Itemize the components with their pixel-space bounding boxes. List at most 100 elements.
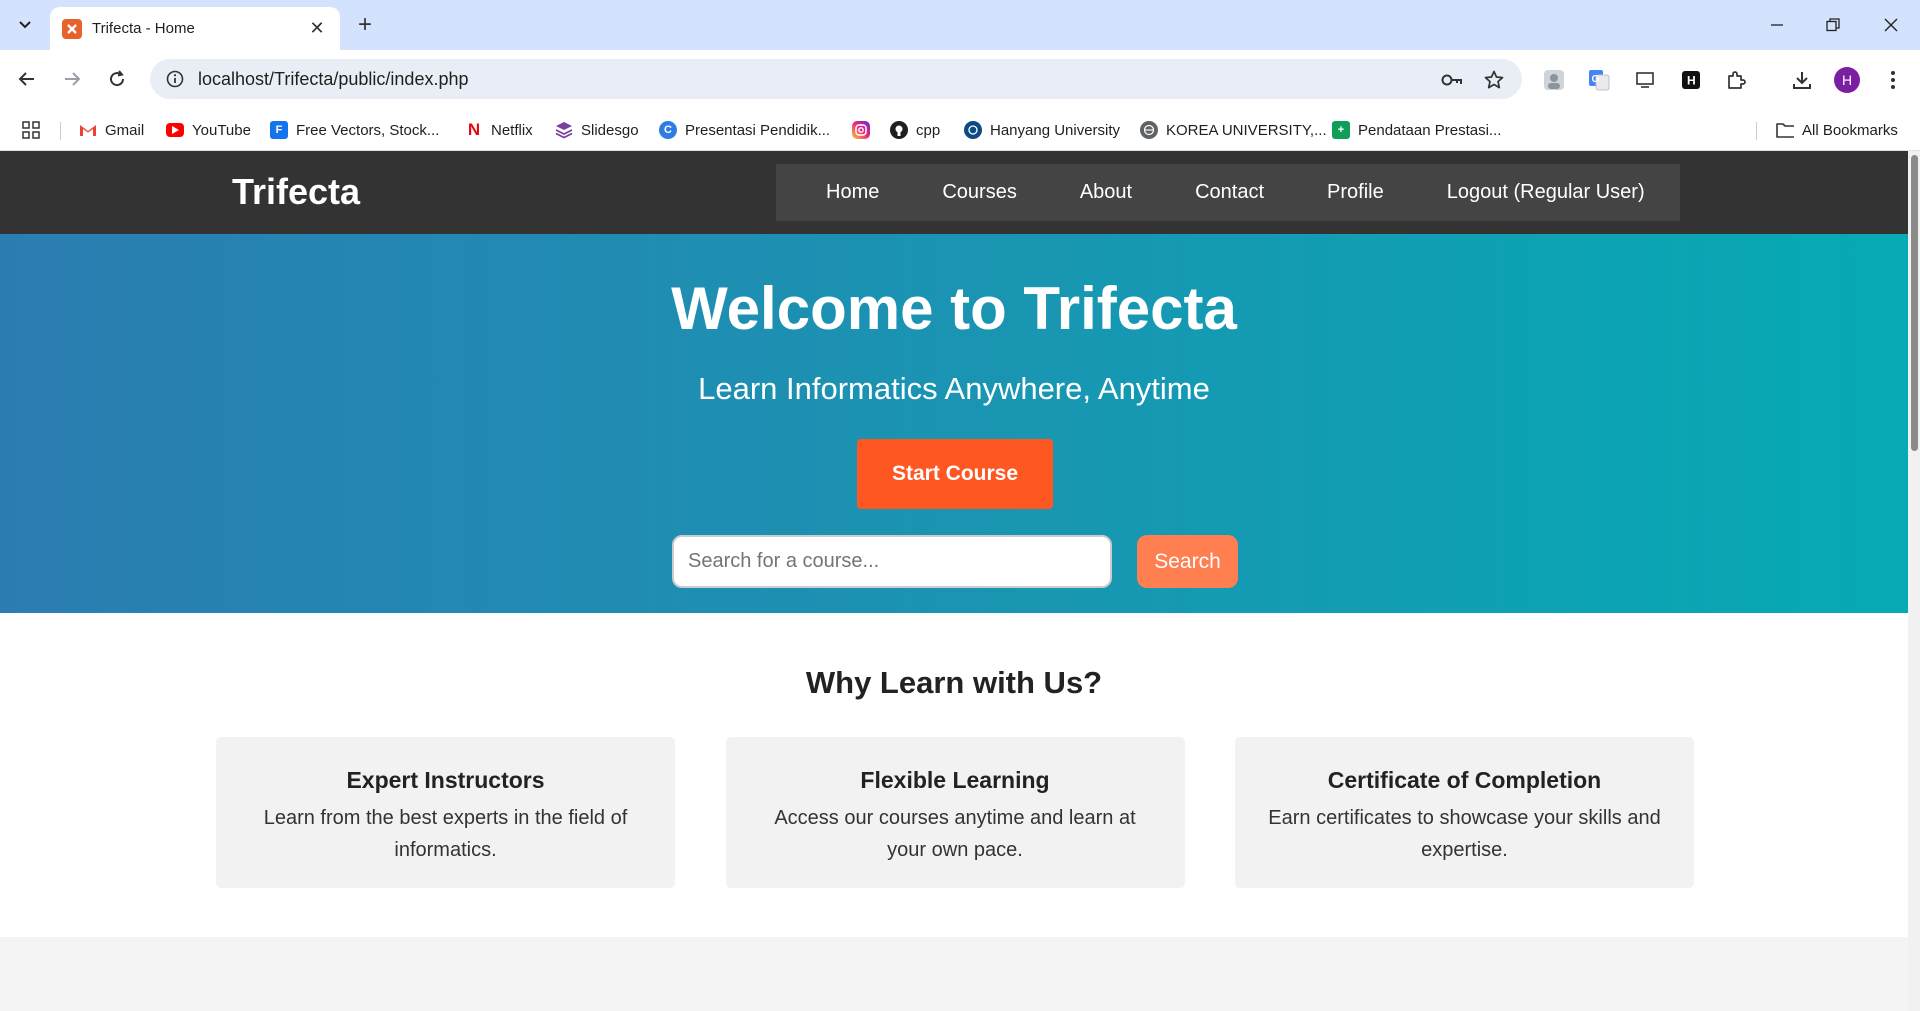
nav-logout[interactable]: Logout (Regular User) bbox=[1447, 181, 1645, 204]
nav-contact[interactable]: Contact bbox=[1195, 181, 1264, 204]
features-title: Why Learn with Us? bbox=[805, 665, 1103, 700]
instagram-icon bbox=[852, 121, 870, 139]
bookmark-korea-university[interactable]: KOREA UNIVERSITY,... bbox=[1140, 118, 1327, 142]
forward-button[interactable] bbox=[57, 64, 87, 94]
start-course-button[interactable]: Start Course bbox=[857, 439, 1053, 509]
feature-card-title: Flexible Learning bbox=[860, 767, 1050, 793]
svg-text:G: G bbox=[1592, 74, 1600, 85]
back-arrow-icon bbox=[18, 72, 34, 86]
browser-toolbar: localhost/Trifecta/public/index.php G H … bbox=[0, 50, 1920, 108]
feature-card-title: Expert Instructors bbox=[346, 767, 545, 793]
bookmark-youtube[interactable]: YouTube bbox=[166, 118, 251, 142]
apps-grid-icon[interactable] bbox=[22, 118, 40, 142]
nav-profile[interactable]: Profile bbox=[1327, 181, 1384, 204]
bookmark-star-icon[interactable] bbox=[1482, 68, 1506, 92]
password-key-icon[interactable] bbox=[1440, 68, 1464, 92]
web-page: Trifecta Home Courses About Contact Prof… bbox=[0, 151, 1908, 1011]
nav-about[interactable]: About bbox=[1080, 181, 1132, 204]
h-extension-icon[interactable]: H bbox=[1678, 67, 1704, 93]
back-button[interactable] bbox=[12, 64, 42, 94]
bookmark-slidesgo[interactable]: Slidesgo bbox=[555, 118, 639, 142]
bookmark-instagram[interactable] bbox=[852, 118, 878, 142]
url-text: localhost/Trifecta/public/index.php bbox=[198, 68, 469, 89]
bookmark-freepik[interactable]: F Free Vectors, Stock... bbox=[270, 118, 439, 142]
youtube-icon bbox=[166, 123, 184, 137]
canva-icon: C bbox=[659, 121, 677, 139]
main-nav: Home Courses About Contact Profile Logou… bbox=[776, 164, 1680, 221]
feature-cards: Expert Instructors Learn from the best e… bbox=[216, 737, 1694, 888]
bookmark-netflix[interactable]: N Netflix bbox=[465, 118, 533, 142]
feature-card-description: Access our courses anytime and learn at … bbox=[774, 807, 1136, 861]
bookmark-divider bbox=[60, 122, 61, 140]
bookmark-label: Slidesgo bbox=[581, 121, 639, 139]
site-info-icon[interactable] bbox=[164, 68, 186, 90]
hero-subtitle: Learn Informatics Anywhere, Anytime bbox=[698, 371, 1210, 406]
feature-card-certificate: Certificate of Completion Earn certifica… bbox=[1235, 737, 1694, 888]
hanyang-icon bbox=[964, 121, 982, 139]
address-bar[interactable]: localhost/Trifecta/public/index.php bbox=[150, 59, 1522, 99]
cast-screen-icon[interactable] bbox=[1632, 67, 1658, 93]
bookmark-label: Pendataan Prestasi... bbox=[1358, 121, 1502, 139]
xampp-favicon-icon bbox=[62, 18, 82, 39]
bookmark-label: YouTube bbox=[192, 121, 251, 139]
features-section: Why Learn with Us? Expert Instructors Le… bbox=[0, 613, 1908, 937]
bookmark-divider bbox=[1756, 122, 1757, 140]
hero-section: Welcome to Trifecta Learn Informatics An… bbox=[0, 234, 1908, 613]
tab-search-button[interactable] bbox=[10, 9, 40, 39]
bookmark-label: Free Vectors, Stock... bbox=[296, 121, 440, 139]
close-window-icon[interactable] bbox=[1876, 10, 1906, 40]
bookmark-hanyang[interactable]: Hanyang University bbox=[964, 118, 1120, 142]
bookmark-label: Netflix bbox=[491, 121, 533, 139]
bookmark-canva[interactable]: C Presentasi Pendidik... bbox=[659, 118, 830, 142]
new-tab-button[interactable]: + bbox=[352, 11, 378, 38]
reload-icon bbox=[110, 70, 125, 87]
bookmark-label: KOREA UNIVERSITY,... bbox=[1166, 121, 1327, 139]
extensions-puzzle-icon[interactable] bbox=[1723, 67, 1749, 93]
tab-close-icon[interactable]: ✕ bbox=[306, 18, 328, 40]
svg-text:H: H bbox=[1687, 74, 1696, 88]
all-bookmarks-label: All Bookmarks bbox=[1802, 121, 1898, 139]
restore-icon[interactable] bbox=[1818, 10, 1848, 40]
tab-title: Trifecta - Home bbox=[92, 20, 195, 37]
browser-tab-active[interactable]: Trifecta - Home ✕ bbox=[50, 7, 340, 50]
bookmark-gmail[interactable]: Gmail bbox=[79, 118, 144, 142]
reload-button[interactable] bbox=[102, 64, 132, 94]
hero-title: Welcome to Trifecta bbox=[671, 275, 1237, 342]
search-button[interactable]: Search bbox=[1137, 535, 1238, 588]
bookmark-label: Presentasi Pendidik... bbox=[685, 121, 831, 139]
github-icon bbox=[890, 121, 908, 139]
course-search-input[interactable] bbox=[672, 535, 1112, 588]
all-bookmarks-button[interactable]: All Bookmarks bbox=[1776, 118, 1898, 142]
feature-card-description: Learn from the best experts in the field… bbox=[263, 807, 628, 861]
globe-icon bbox=[1140, 121, 1158, 139]
feature-card-description: Earn certificates to showcase your skill… bbox=[1268, 807, 1661, 861]
nav-courses[interactable]: Courses bbox=[942, 181, 1016, 204]
profile-avatar[interactable]: H bbox=[1834, 67, 1860, 93]
minimize-icon[interactable] bbox=[1762, 10, 1792, 40]
feature-card-flexible-learning: Flexible Learning Access our courses any… bbox=[725, 737, 1185, 888]
bookmark-cpp[interactable]: cpp bbox=[890, 118, 940, 142]
forward-arrow-icon bbox=[65, 72, 81, 86]
nav-home[interactable]: Home bbox=[826, 181, 879, 204]
feature-card-expert-instructors: Expert Instructors Learn from the best e… bbox=[216, 737, 675, 888]
scrollbar-thumb[interactable] bbox=[1911, 155, 1918, 451]
site-logo[interactable]: Trifecta bbox=[232, 171, 360, 213]
bookmark-pendataan[interactable]: + Pendataan Prestasi... bbox=[1332, 118, 1501, 142]
sheets-plus-icon: + bbox=[1332, 121, 1350, 139]
chevron-down-icon bbox=[19, 21, 31, 29]
folder-icon bbox=[1776, 121, 1794, 139]
gmail-icon bbox=[79, 121, 97, 139]
google-translate-icon[interactable]: G bbox=[1586, 67, 1612, 93]
bookmark-label: Gmail bbox=[105, 121, 145, 139]
bookmark-label: Hanyang University bbox=[990, 121, 1121, 139]
site-header: Trifecta Home Courses About Contact Prof… bbox=[0, 151, 1908, 234]
menu-kebab-icon[interactable] bbox=[1880, 67, 1906, 93]
bookmark-label: cpp bbox=[916, 121, 941, 139]
page-scrollbar[interactable] bbox=[1908, 151, 1920, 1011]
downloads-icon[interactable] bbox=[1789, 67, 1815, 93]
netflix-icon: N bbox=[467, 120, 481, 139]
slidesgo-icon bbox=[555, 121, 573, 139]
freepik-icon: F bbox=[270, 121, 288, 139]
browser-tab-bar: Trifecta - Home ✕ + bbox=[0, 0, 1920, 50]
extension-avatar-icon[interactable] bbox=[1541, 67, 1567, 93]
